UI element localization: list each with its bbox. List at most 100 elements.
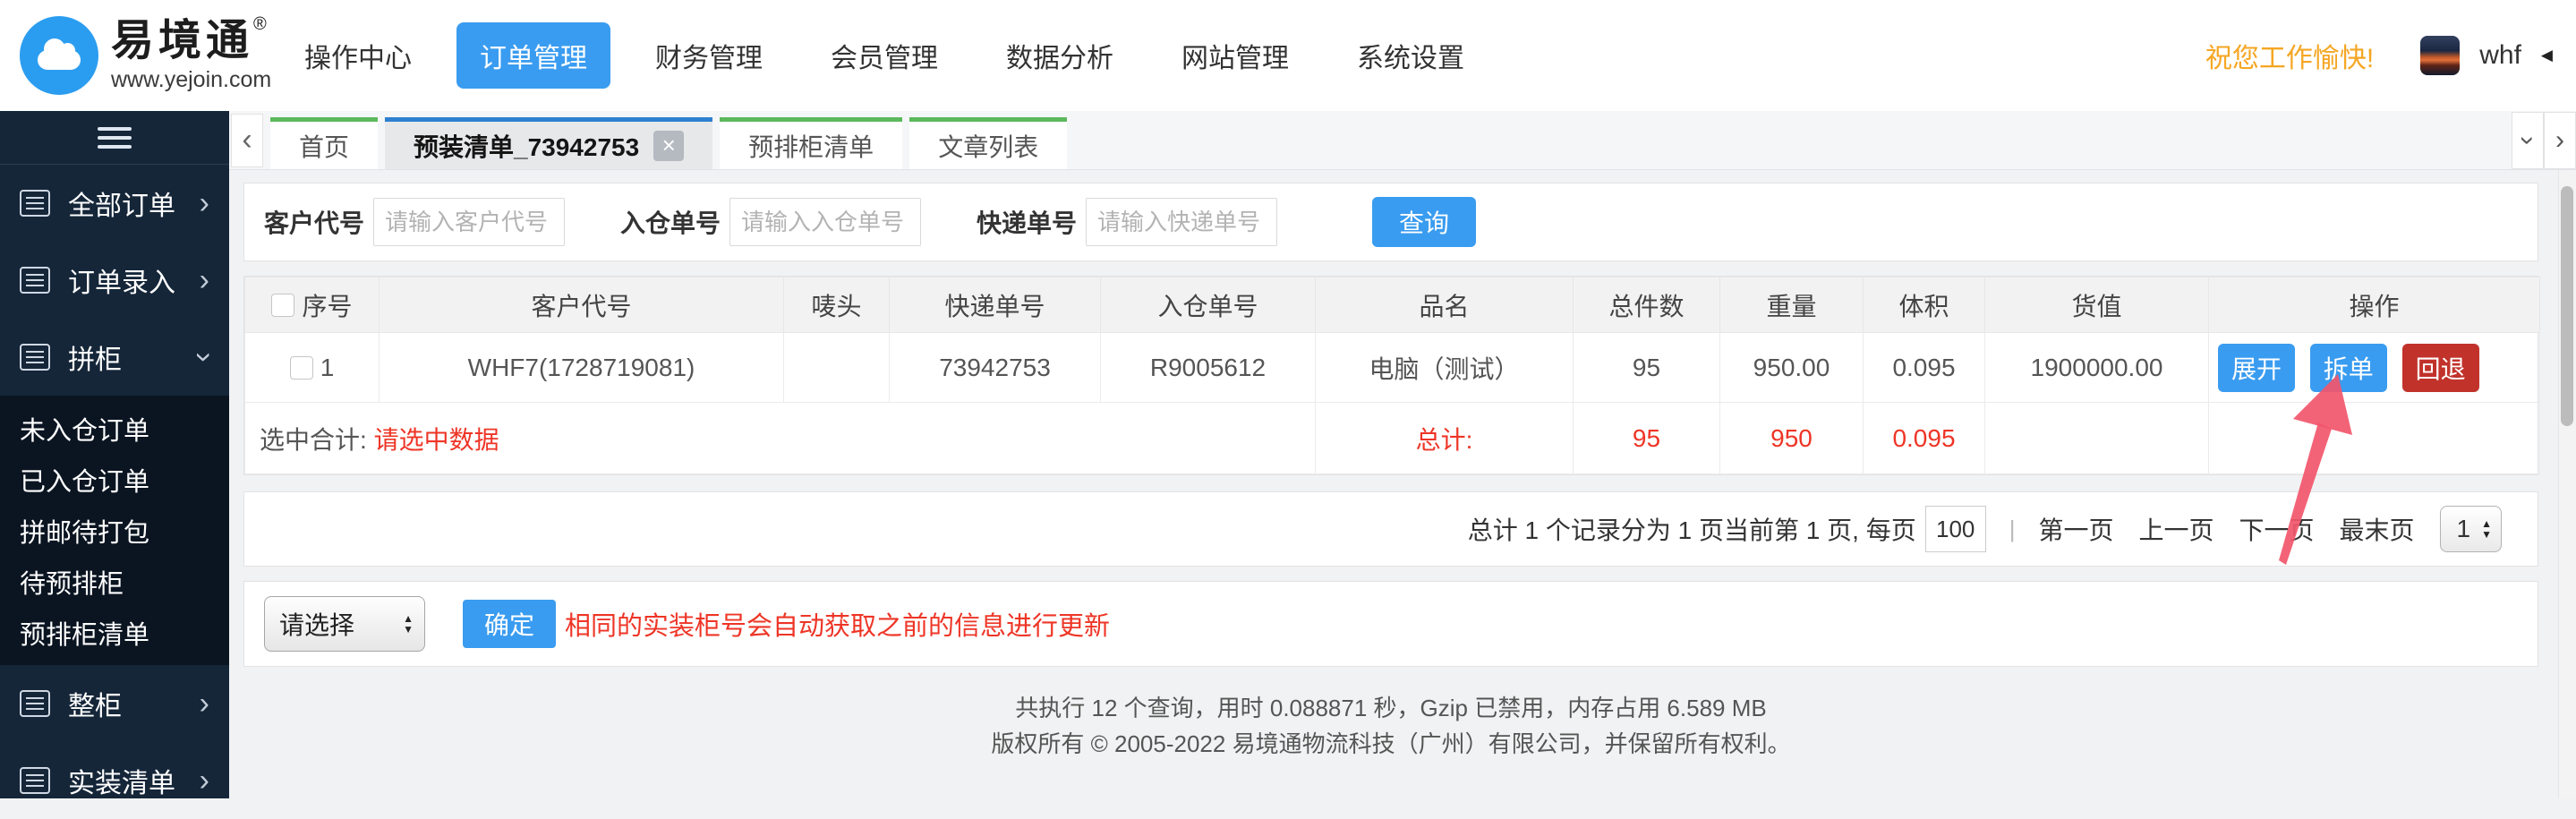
warehouse-no-input[interactable]: [729, 198, 922, 246]
document-list-icon: [20, 767, 50, 794]
tab-label: 文章列表: [938, 132, 1039, 161]
sidebar-subitem-prestow-list[interactable]: 预排柜清单: [0, 607, 229, 658]
cell-value: 1900000.00: [1984, 332, 2209, 403]
sidebar-collapse-button[interactable]: [0, 111, 229, 165]
user-menu-caret-icon[interactable]: ◀: [2541, 47, 2553, 64]
sidebar-item-label: 整柜: [68, 692, 122, 721]
nav-item-order-management[interactable]: 订单管理: [456, 22, 610, 89]
total-quantity: 95: [1573, 402, 1720, 474]
split-order-button[interactable]: 拆单: [2309, 343, 2387, 392]
sidebar-item-order-entry[interactable]: 订单录入 ›: [0, 242, 229, 319]
customer-code-input[interactable]: [373, 198, 566, 246]
cloud-logo-icon: [20, 16, 98, 95]
column-header-shipping-mark: 唛头: [783, 277, 890, 333]
sidebar-item-consolidation[interactable]: 拼柜 ›: [0, 319, 229, 396]
tracking-no-input[interactable]: [1086, 198, 1278, 246]
tab-label: 预排柜清单: [748, 132, 874, 161]
pagination-panel: 总计 1 个记录分为 1 页当前第 1 页, 每页 | 第一页 上一页 下一页 …: [243, 491, 2538, 567]
tab-article-list[interactable]: 文章列表: [909, 117, 1068, 169]
trademark-symbol: ®: [253, 14, 267, 34]
total-actions-empty: [2208, 402, 2540, 474]
sidebar-item-label: 全部订单: [68, 192, 175, 221]
customer-code-field-group: 客户代号: [264, 198, 566, 246]
tab-prestow-list[interactable]: 预排柜清单: [720, 117, 903, 169]
footer-stats: 共执行 12 个查询，用时 0.088871 秒，Gzip 已禁用，内存占用 6…: [1015, 695, 1767, 721]
cell-warehouse-no: R9005612: [1100, 332, 1316, 403]
page-size-input[interactable]: [1924, 506, 1986, 552]
table-header-row: 序号 客户代号 唛头 快递单号 入仓单号 品名 总件数 重量 体积 货值 操作: [244, 277, 2540, 333]
vertical-scrollbar-track[interactable]: [2558, 170, 2576, 798]
orders-table: 序号 客户代号 唛头 快递单号 入仓单号 品名 总件数 重量 体积 货值 操作: [244, 277, 2540, 474]
chevron-right-icon: ›: [199, 687, 209, 721]
tab-dropdown-button[interactable]: ›: [2512, 112, 2544, 169]
batch-action-panel: 请选择 ▲ ▼ 确定 相同的实装柜号会自动获取之前的信息进行更新: [243, 581, 2538, 667]
user-avatar[interactable]: [2420, 36, 2461, 75]
summary-row: 选中合计: 请选中数据 总计: 95 950 0.095: [244, 402, 2540, 474]
next-page-link[interactable]: 下一页: [2239, 511, 2315, 547]
rollback-button[interactable]: 回退: [2401, 343, 2479, 392]
row-index: 1: [320, 353, 335, 381]
nav-item-finance-management[interactable]: 财务管理: [632, 22, 786, 89]
cell-quantity: 95: [1573, 332, 1720, 403]
document-list-icon: [20, 690, 50, 717]
cell-actions: 展开 拆单 回退: [2208, 332, 2540, 403]
cell-product: 电脑（测试）: [1315, 332, 1574, 403]
nav-item-system-settings[interactable]: 系统设置: [1334, 22, 1488, 89]
nav-item-member-management[interactable]: 会员管理: [807, 22, 961, 89]
tab-home[interactable]: 首页: [270, 117, 379, 169]
column-header-warehouse-no: 入仓单号: [1100, 277, 1316, 333]
row-checkbox[interactable]: [289, 355, 313, 380]
tab-bar: ‹ 首页 预装清单_73942753 × 预排柜清单 文章列表 › ›: [229, 111, 2576, 170]
sidebar-item-label: 实装清单: [68, 769, 175, 798]
nav-item-operation-center[interactable]: 操作中心: [281, 22, 435, 89]
page-number-select[interactable]: 1 ▲ ▼: [2439, 506, 2502, 552]
tab-preload-list-73942753[interactable]: 预装清单_73942753 ×: [385, 117, 713, 169]
tab-scroll-left-button[interactable]: ‹: [231, 113, 263, 167]
select-all-checkbox[interactable]: [271, 293, 295, 317]
sidebar-subitem-pending-prestow[interactable]: 待预排柜: [0, 556, 229, 607]
first-page-link[interactable]: 第一页: [2038, 511, 2113, 547]
top-header: 易境通 ® www.yejoin.com 操作中心 订单管理 财务管理 会员管理…: [0, 0, 2576, 111]
tracking-no-field-group: 快递单号: [977, 198, 1278, 246]
sidebar-item-actual-load-list[interactable]: 实装清单 ›: [0, 742, 229, 819]
prev-page-link[interactable]: 上一页: [2138, 511, 2213, 547]
brand-website: www.yejoin.com: [111, 67, 272, 92]
sidebar-item-all-orders[interactable]: 全部订单 ›: [0, 165, 229, 242]
total-volume: 0.095: [1863, 402, 1985, 474]
selected-total-label: 选中合计:: [260, 425, 367, 454]
tracking-no-label: 快递单号: [977, 209, 1078, 237]
sidebar-subitem-mail-to-pack[interactable]: 拼邮待打包: [0, 505, 229, 556]
chevron-right-icon: ›: [199, 263, 209, 297]
nav-item-data-analysis[interactable]: 数据分析: [983, 22, 1137, 89]
confirm-button[interactable]: 确定: [463, 600, 557, 648]
warehouse-no-field-group: 入仓单号: [620, 198, 922, 246]
chevron-down-icon: ›: [2513, 136, 2543, 145]
column-header-customer-code: 客户代号: [379, 277, 784, 333]
sidebar-subitem-in-warehouse[interactable]: 已入仓订单: [0, 454, 229, 505]
brand-logo[interactable]: 易境通 ® www.yejoin.com: [0, 14, 272, 95]
container-select-value: 请选择: [279, 611, 355, 639]
selected-total-hint: 请选中数据: [373, 425, 499, 454]
nav-item-website-management[interactable]: 网站管理: [1158, 22, 1312, 89]
tab-close-icon[interactable]: ×: [653, 130, 685, 161]
page-footer: 共执行 12 个查询，用时 0.088871 秒，Gzip 已禁用，内存占用 6…: [243, 690, 2538, 762]
container-select[interactable]: 请选择 ▲ ▼: [264, 596, 425, 652]
username-text[interactable]: whf: [2479, 40, 2521, 71]
expand-button[interactable]: 展开: [2218, 343, 2296, 392]
tab-scroll-right-button[interactable]: ›: [2544, 112, 2576, 169]
search-panel: 客户代号 入仓单号 快递单号 查询: [243, 183, 2538, 261]
tab-label: 预装清单_73942753: [414, 132, 640, 161]
chevron-right-icon: ›: [199, 186, 209, 220]
sidebar-item-full-container[interactable]: 整柜 ›: [0, 665, 229, 742]
column-header-index: 序号: [302, 292, 353, 320]
pagination-separator: |: [2009, 515, 2016, 542]
pagination-info: 总计 1 个记录分为 1 页当前第 1 页, 每页: [1467, 516, 1916, 544]
last-page-link[interactable]: 最末页: [2340, 511, 2415, 547]
sidebar-subitem-not-in-warehouse[interactable]: 未入仓订单: [0, 403, 229, 454]
total-value-empty: [1984, 402, 2209, 474]
sidebar-item-label: 拼柜: [68, 346, 122, 375]
vertical-scrollbar-thumb[interactable]: [2561, 186, 2573, 426]
search-button[interactable]: 查询: [1372, 197, 1477, 247]
cell-weight: 950.00: [1719, 332, 1864, 403]
greeting-text: 祝您工作愉快!: [2205, 44, 2375, 73]
